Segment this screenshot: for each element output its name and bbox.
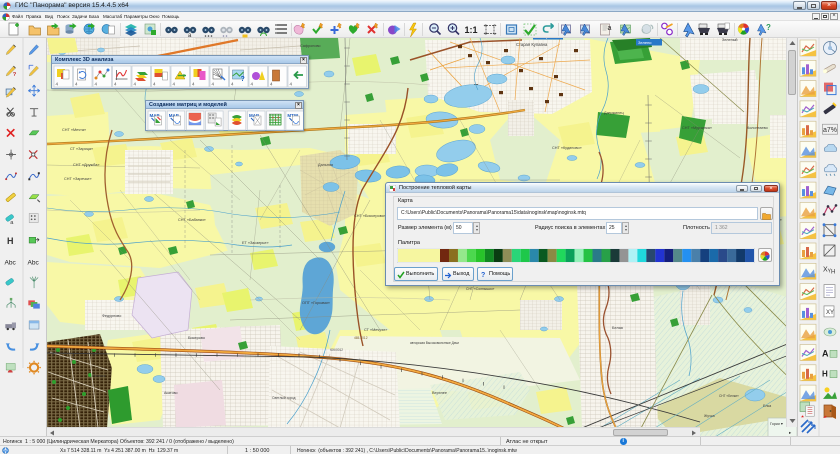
svg-text:465-7012: 465-7012 — [354, 336, 368, 340]
svg-text:Ногинск: Ногинск — [92, 374, 106, 378]
svg-text:ВЗУ Купавна: ВЗУ Купавна — [535, 38, 560, 39]
svg-text:Зеленый: Зеленый — [722, 38, 738, 42]
svg-text:H: H — [822, 370, 828, 379]
svg-text:СНТ «Мечта»: СНТ «Мечта» — [62, 128, 86, 132]
svg-text:Бисерово: Бисерово — [188, 336, 205, 340]
svg-text:ЕТ «Заозерье»: ЕТ «Заозерье» — [242, 241, 269, 245]
svg-text:XYH: XYH — [823, 266, 835, 275]
svg-text:ОПТ «Горками»: ОПТ «Горками» — [302, 301, 330, 305]
svg-text:СНТ «Заречье»: СНТ «Заречье» — [64, 177, 92, 181]
svg-text:XY: XY — [826, 310, 834, 316]
svg-text:1:1: 1:1 — [465, 25, 478, 35]
svg-text:Старая Купавна: Старая Купавна — [516, 42, 548, 47]
svg-text:?: ? — [13, 72, 17, 78]
svg-text:СНТ «Солнышко»: СНТ «Солнышко» — [466, 287, 494, 291]
svg-text:a7%: a7% — [823, 127, 837, 134]
svg-text:СНТ «Кудиново»: СНТ «Кудиново» — [552, 146, 582, 150]
svg-text:СТ «Мечуэл»: СТ «Мечуэл» — [364, 328, 387, 332]
svg-text:A: A — [822, 348, 829, 358]
svg-text:Колонтаево: Колонтаево — [747, 126, 768, 130]
svg-text:H: H — [7, 236, 14, 246]
svg-text:Зелено: Зелено — [638, 40, 652, 45]
svg-text:Дальняя: Дальняя — [318, 163, 333, 167]
svg-text:СНТ «Биссерово»: СНТ «Биссерово» — [354, 214, 386, 218]
svg-text:Верхнее: Верхнее — [432, 391, 447, 395]
svg-text:СНТ «Бабанки»: СНТ «Бабанки» — [178, 218, 206, 222]
svg-text:СНТ «Мурзинка»: СНТ «Мурзинка» — [682, 126, 712, 130]
svg-text:a: a — [10, 220, 14, 226]
svg-text:Дзержинец: Дзержинец — [604, 111, 624, 115]
svg-text:Белая: Белая — [612, 326, 623, 330]
svg-text:Сафроново: Сафроново — [300, 44, 321, 48]
svg-text:Федурново: Федурново — [102, 314, 121, 318]
svg-text:?: ? — [241, 76, 245, 83]
svg-text:Акатово: Акатово — [164, 391, 177, 395]
svg-text:Abc: Abc — [28, 259, 40, 266]
svg-text:a: a — [608, 25, 612, 32]
svg-text:ЮК/0012: ЮК/0012 — [330, 348, 343, 352]
svg-text:Горки ▾: Горки ▾ — [770, 422, 783, 426]
svg-text:авторская Высоковольтные Дачи: авторская Высоковольтные Дачи — [410, 341, 459, 345]
svg-text:Abc: Abc — [5, 259, 17, 266]
svg-text:СНТ «Дружба»: СНТ «Дружба» — [73, 163, 99, 167]
svg-text:Жучка: Жучка — [704, 414, 715, 418]
svg-text:СТ «Зарица»: СТ «Зарица» — [70, 147, 93, 151]
svg-text:a: a — [188, 33, 192, 38]
svg-text:?: ? — [766, 23, 771, 32]
svg-text:Елка: Елка — [763, 404, 771, 408]
svg-text:СНТ «Белки»: СНТ «Белки» — [719, 394, 739, 398]
svg-text:Светлый город: Светлый город — [272, 396, 295, 400]
